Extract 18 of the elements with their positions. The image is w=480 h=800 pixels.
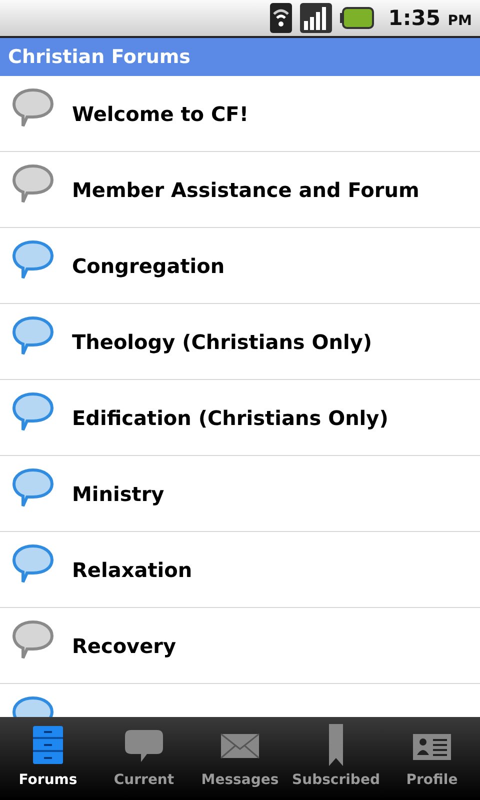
tab[interactable]: Profile bbox=[384, 717, 480, 800]
forum-row[interactable]: Theology (Christians Only) bbox=[0, 304, 480, 380]
forum-row[interactable]: Welcome to CF! bbox=[0, 76, 480, 152]
forum-row[interactable]: Member Assistance and Forum bbox=[0, 152, 480, 228]
tab[interactable]: Subscribed bbox=[288, 717, 384, 800]
forum-row[interactable]: Relaxation bbox=[0, 532, 480, 608]
forum-row[interactable]: Edification (Christians Only) bbox=[0, 380, 480, 456]
battery-icon bbox=[340, 7, 374, 29]
tab[interactable]: Messages bbox=[192, 717, 288, 800]
tab[interactable]: Current bbox=[96, 717, 192, 800]
tab[interactable]: Forums bbox=[0, 717, 96, 800]
wifi-icon bbox=[270, 3, 292, 33]
forum-row[interactable]: Ministry bbox=[0, 456, 480, 532]
forum-row[interactable]: Recovery bbox=[0, 608, 480, 684]
clock: 1:35 PM bbox=[388, 6, 472, 30]
app-title: Christian Forums bbox=[0, 38, 480, 76]
signal-icon bbox=[300, 3, 332, 33]
forum-row[interactable]: Congregation bbox=[0, 228, 480, 304]
